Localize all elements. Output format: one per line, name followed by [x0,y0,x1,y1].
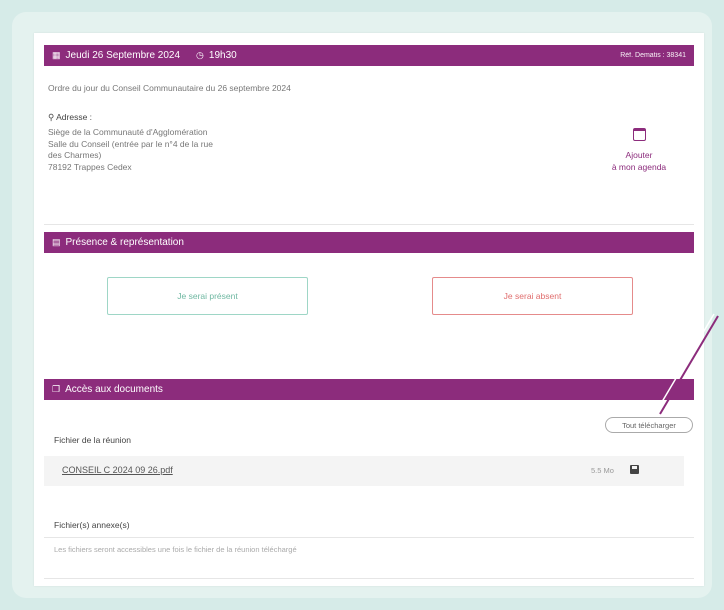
present-button[interactable]: Je serai présent [107,277,308,315]
agenda-label-line2: à mon agenda [611,162,667,172]
address-label: Adresse : [56,112,93,122]
file-link[interactable]: CONSEIL C 2024 09 26.pdf [62,465,173,475]
save-icon[interactable] [630,465,639,474]
dematis-reference: Réf. Dematis : 38341 [620,52,686,59]
download-all-button[interactable]: Tout télécharger [605,417,693,433]
form-icon: ▤ [52,237,61,247]
address-heading: ⚲ Adresse : [48,112,92,123]
documents-section-bar: ❐ Accès aux documents [44,379,694,400]
address-line: Siège de la Communauté d'Agglomération [48,127,208,137]
address-line: 78192 Trappes Cedex [48,161,132,172]
calendar-icon: ▦ [52,50,61,60]
meeting-description: Ordre du jour du Conseil Communautaire d… [48,83,291,93]
calendar-add-icon [632,128,646,141]
meeting-card: ▦ Jeudi 26 Septembre 2024 ◷ 19h30 Réf. D… [34,33,704,586]
location-pin-icon: ⚲ [48,112,55,122]
meeting-file-label: Fichier de la réunion [54,435,132,445]
address-line: Salle du Conseil (entrée par le n°4 de l… [48,138,213,149]
meeting-date: Jeudi 26 Septembre 2024 [65,50,181,61]
meeting-time: 19h30 [208,50,237,61]
annexes-label: Fichier(s) annexe(s) [54,520,130,530]
absent-button[interactable]: Je serai absent [432,277,633,315]
divider [44,537,694,538]
clock-icon: ◷ [196,50,204,60]
agenda-label-line1: Ajouter [625,150,653,160]
file-row: CONSEIL C 2024 09 26.pdf 5.5 Mo [44,456,684,486]
presence-section-bar: ▤ Présence & représentation [44,232,694,253]
address-line: des Charmes) [48,150,102,160]
file-size: 5.5 Mo [591,466,614,475]
divider [44,578,694,579]
annexes-note: Les fichiers seront accessibles une fois… [54,545,297,554]
meeting-header-bar: ▦ Jeudi 26 Septembre 2024 ◷ 19h30 Réf. D… [44,45,694,66]
documents-icon: ❐ [52,384,61,394]
divider [44,224,694,225]
address-block: Siège de la Communauté d'Agglomération S… [48,127,213,173]
presence-title: Présence & représentation [65,237,184,248]
add-to-agenda-button[interactable]: Ajouter à mon agenda [599,128,679,173]
documents-title: Accès aux documents [65,384,163,395]
